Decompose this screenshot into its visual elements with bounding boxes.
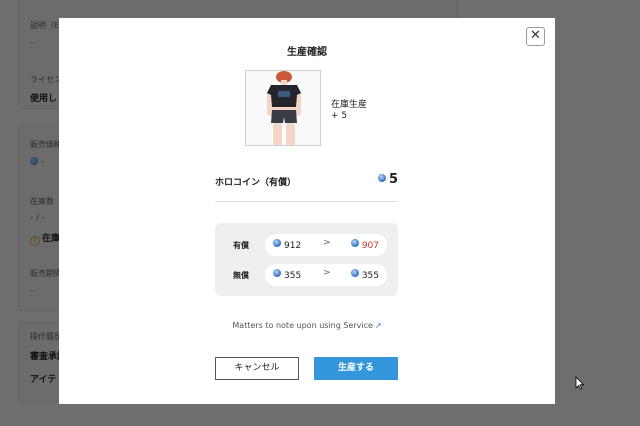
balance-pill: 912 > 907 xyxy=(265,234,387,256)
balance-after: 907 xyxy=(350,239,379,251)
holo-coin-icon xyxy=(273,239,281,247)
external-link-icon: ↗ xyxy=(374,321,382,330)
balance-after: 355 xyxy=(350,269,379,281)
chevron-right-icon: > xyxy=(323,268,331,278)
holo-coin-icon xyxy=(350,269,359,277)
product-name: 在庫生産 xyxy=(331,100,368,110)
balance-row-free: 無償 355 > 355 xyxy=(215,264,398,286)
service-notes-link[interactable]: Matters to note upon using Service ↗ xyxy=(59,321,555,330)
balance-label: 無償 xyxy=(233,271,249,280)
produce-button[interactable]: 生産する xyxy=(314,357,398,380)
cancel-button[interactable]: キャンセル xyxy=(215,357,299,380)
balance-before: 912 xyxy=(273,239,301,251)
balance-pill: 355 > 355 xyxy=(265,264,387,286)
currency-label: ホロコイン（有償） xyxy=(215,178,297,188)
currency-cost-row: ホロコイン（有償） 5 xyxy=(215,172,398,202)
tshirt-outfit-image xyxy=(246,71,320,145)
holo-coin-icon xyxy=(377,174,386,182)
product-thumbnail xyxy=(245,70,321,146)
balance-row-paid: 有償 912 > 907 xyxy=(215,234,398,256)
holo-coin-icon xyxy=(350,239,359,247)
product-quantity: + 5 xyxy=(331,111,348,121)
mouse-pointer-icon xyxy=(575,376,585,390)
currency-cost: 5 xyxy=(377,172,398,187)
production-confirm-dialog: ✕ 生産確認 在庫生産 + 5 ホロコイン（有償） 5 有償 912 > 907… xyxy=(59,18,555,404)
balance-label: 有償 xyxy=(233,241,249,250)
balance-summary: 有償 912 > 907 無償 355 > 355 xyxy=(215,223,398,296)
dialog-title: 生産確認 xyxy=(287,47,327,58)
chevron-right-icon: > xyxy=(323,238,331,248)
holo-coin-icon xyxy=(273,269,281,277)
balance-before: 355 xyxy=(273,269,301,281)
